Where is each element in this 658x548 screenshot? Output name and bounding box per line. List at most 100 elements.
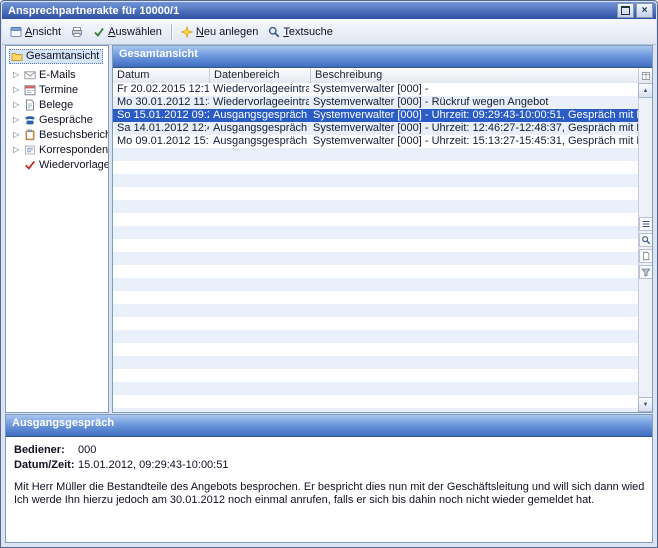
table-row-empty[interactable]	[113, 382, 639, 395]
vertical-scrollbar[interactable]: ▲ ▼	[638, 83, 652, 412]
page-button[interactable]	[639, 249, 653, 263]
table-row-empty[interactable]	[113, 174, 639, 187]
list-button[interactable]	[639, 217, 653, 231]
cell-beschreibung: Systemverwalter [000] - Rückruf wegen An…	[309, 96, 639, 109]
cell-datenbereich	[209, 343, 309, 356]
mail-icon	[24, 69, 36, 81]
column-header-datenbereich[interactable]: Datenbereich	[210, 68, 311, 83]
table-row-empty[interactable]	[113, 265, 639, 278]
cell-datenbereich	[209, 304, 309, 317]
restore-button[interactable]	[617, 3, 634, 18]
detail-body: Bediener:000Datum/Zeit:15.01.2012, 09:29…	[6, 437, 652, 542]
expander-icon[interactable]: ▷	[13, 71, 21, 79]
expander-icon[interactable]: ▷	[13, 146, 21, 154]
column-header-beschreibung[interactable]: Beschreibung	[311, 68, 639, 83]
scroll-up-button[interactable]: ▲	[638, 83, 652, 98]
letter-icon	[24, 144, 36, 156]
table-row-empty[interactable]	[113, 291, 639, 304]
table-row-empty[interactable]	[113, 304, 639, 317]
sidebar-item-gesamtansicht[interactable]: Gesamtansicht	[9, 49, 103, 64]
neu-anlegen-button[interactable]: Neu anlegen	[177, 24, 262, 40]
cell-beschreibung	[309, 395, 639, 408]
table-row-empty[interactable]	[113, 161, 639, 174]
scroll-down-button[interactable]: ▼	[638, 397, 652, 412]
sidebar-tree: Gesamtansicht ▷ E-Mails ▷ Termine ▷ Bele…	[5, 45, 109, 413]
detail-field: Bediener:000	[14, 442, 644, 457]
table-row-empty[interactable]	[113, 330, 639, 343]
auswaehlen-button[interactable]: Auswählen	[89, 24, 166, 40]
table-row-empty[interactable]	[113, 343, 639, 356]
cell-datum	[113, 343, 209, 356]
expander-icon[interactable]: ▷	[13, 131, 21, 139]
cell-datum: Fr 20.02.2015 12:18	[113, 83, 209, 96]
table-row[interactable]: Sa 14.01.2012 12:46 Ausgangsgespräch Sys…	[113, 122, 639, 135]
sidebar-item-belege[interactable]: ▷ Belege	[7, 97, 107, 112]
sidebar-item-label: Korrespondenzen	[39, 144, 109, 156]
cell-datum	[113, 161, 209, 174]
table-row[interactable]: So 15.01.2012 09:29 Ausgangsgespräch Sys…	[113, 109, 639, 122]
table-row-empty[interactable]	[113, 148, 639, 161]
ansicht-button[interactable]: Ansicht	[6, 24, 65, 40]
sidebar-item-korrespondenzen[interactable]: ▷ Korrespondenzen	[7, 142, 107, 157]
cell-beschreibung: Systemverwalter [000] - Uhrzeit: 12:46:2…	[309, 122, 639, 135]
cell-datenbereich	[209, 356, 309, 369]
cell-datenbereich: Ausgangsgespräch	[209, 122, 309, 135]
cell-beschreibung	[309, 278, 639, 291]
column-header-datum[interactable]: Datum	[113, 68, 210, 83]
sidebar-item-wiedervorlagen[interactable]: Wiedervorlagen	[7, 157, 107, 172]
sidebar-item-besuchsberichte[interactable]: ▷ Besuchsberichte	[7, 127, 107, 142]
main-panel-header: Gesamtansicht	[113, 46, 652, 68]
table-row-empty[interactable]	[113, 239, 639, 252]
table-row[interactable]: Mo 09.01.2012 15:13 Ausgangsgespräch Sys…	[113, 135, 639, 148]
list-icon	[641, 219, 651, 229]
cell-beschreibung	[309, 343, 639, 356]
table-row-empty[interactable]	[113, 395, 639, 408]
table-row-empty[interactable]	[113, 369, 639, 382]
cell-datenbereich	[209, 252, 309, 265]
sidebar-item-label: E-Mails	[39, 69, 76, 81]
cell-datenbereich: Ausgangsgespräch	[209, 135, 309, 148]
expander-icon[interactable]: ▷	[13, 101, 21, 109]
close-button[interactable]: ×	[636, 3, 653, 18]
filter-button[interactable]	[639, 265, 653, 279]
cell-datum	[113, 252, 209, 265]
column-options-button[interactable]	[638, 68, 652, 84]
sidebar-item-termine[interactable]: ▷ Termine	[7, 82, 107, 97]
detail-field-value: 15.01.2012, 09:29:43-10:00:51	[78, 459, 228, 471]
cell-beschreibung	[309, 265, 639, 278]
zoom-icon	[641, 235, 651, 245]
cell-datum	[113, 187, 209, 200]
auswaehlen-button-label: Auswählen	[108, 26, 162, 38]
print-button[interactable]	[67, 24, 87, 40]
cell-beschreibung	[309, 252, 639, 265]
print-icon	[71, 26, 83, 38]
window-title: Ansprechpartnerakte für 10000/1	[8, 5, 617, 17]
sidebar-item-label: Gespräche	[39, 114, 93, 126]
cell-datenbereich	[209, 330, 309, 343]
table-row-empty[interactable]	[113, 408, 639, 412]
table-row-empty[interactable]	[113, 200, 639, 213]
table-row[interactable]: Mo 30.01.2012 11:30 Wiedervorlageeintrag…	[113, 96, 639, 109]
expander-icon[interactable]: ▷	[13, 86, 21, 94]
sidebar-item-label: Belege	[39, 99, 73, 111]
table-row-empty[interactable]	[113, 187, 639, 200]
cell-datenbereich	[209, 161, 309, 174]
zoom-button[interactable]	[639, 233, 653, 247]
scrollbar-track[interactable]	[639, 98, 652, 397]
expander-icon[interactable]: ▷	[13, 116, 21, 124]
cell-datenbereich	[209, 395, 309, 408]
sidebar-item-e-mails[interactable]: ▷ E-Mails	[7, 67, 107, 82]
toolbar-separator	[171, 24, 172, 40]
cell-datum	[113, 148, 209, 161]
titlebar[interactable]: Ansprechpartnerakte für 10000/1 ×	[2, 2, 656, 19]
table-row-empty[interactable]	[113, 252, 639, 265]
table-row-empty[interactable]	[113, 278, 639, 291]
table-row-empty[interactable]	[113, 226, 639, 239]
table-row[interactable]: Fr 20.02.2015 12:18 Wiedervorlageeintrag…	[113, 83, 639, 96]
sidebar-item-label: Besuchsberichte	[39, 129, 109, 141]
table-row-empty[interactable]	[113, 213, 639, 226]
textsuche-button[interactable]: Textsuche	[264, 24, 337, 40]
table-row-empty[interactable]	[113, 317, 639, 330]
sidebar-item-gespr-che[interactable]: ▷ Gespräche	[7, 112, 107, 127]
table-row-empty[interactable]	[113, 356, 639, 369]
